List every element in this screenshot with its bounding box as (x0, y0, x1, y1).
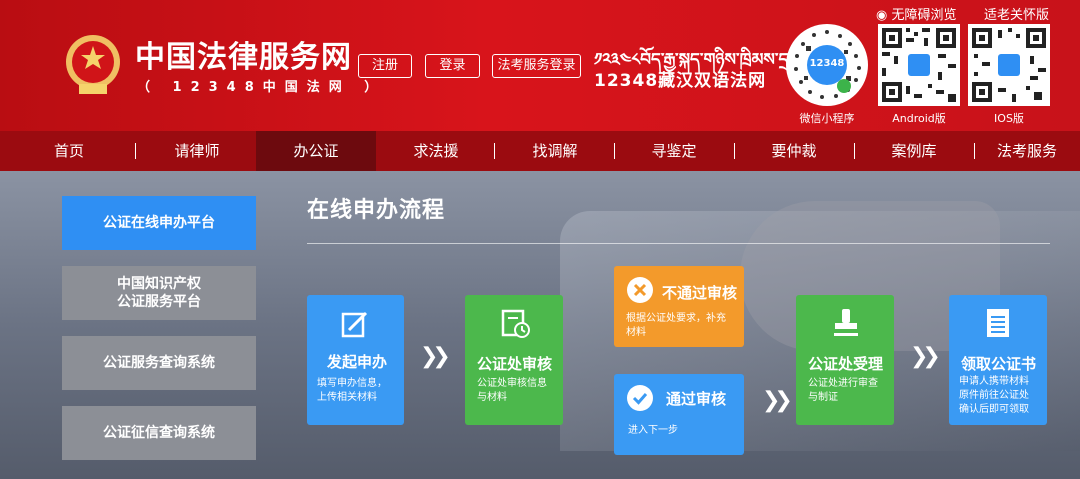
step-reject-title: 不通过审核 (662, 284, 738, 302)
step-apply-title: 发起申办 (327, 353, 388, 371)
step-apply-desc: 填写申办信息， 上传相关材料 (317, 378, 387, 403)
stamp-icon (834, 309, 858, 336)
step-collect-card: 领取公证书 申请人携带材料 原件前往公证处 确认后即可领取 (949, 295, 1047, 425)
step-pass-desc: 进入下一步 (628, 425, 678, 436)
qr-label-miniprogram: 微信小程序 (799, 112, 855, 125)
step-accept-title: 公证处受理 (808, 355, 884, 373)
step-accept-card: 公证处受理 公证处进行审查 与制证 (796, 295, 894, 425)
nav-divider (494, 143, 495, 159)
national-emblem-icon (66, 35, 120, 94)
step-collect-title: 领取公证书 (961, 355, 1037, 373)
close-circle-icon (627, 277, 653, 303)
miniprogram-badge: 12348 (809, 58, 845, 69)
nav-divider (854, 143, 855, 159)
step-review-title: 公证处审核 (477, 355, 553, 373)
nav-mediation[interactable]: 找调解 (496, 131, 614, 171)
nav-legal-aid[interactable]: 求法援 (376, 131, 496, 171)
flow-arrow-icon: ❯❯ (910, 344, 941, 369)
step-review-card: 公证处审核 公证处审核信息 与材料 (465, 295, 563, 425)
sidebar-item-ip-notary[interactable]: 中国知识产权 公证服务平台 (62, 266, 256, 320)
site-title: 中国法律服务网 (135, 40, 352, 75)
step-pass-card: 通过审核 进入下一步 (614, 374, 744, 455)
nav-arbitration[interactable]: 要仲裁 (734, 131, 854, 171)
nav-cases[interactable]: 案例库 (854, 131, 974, 171)
clipboard-clock-icon (501, 309, 530, 338)
accessible-label: 无障碍浏览 (891, 8, 957, 23)
exam-login-button[interactable]: 法考服务登录 (492, 54, 581, 78)
flow-arrow-icon: ❯❯ (420, 344, 451, 369)
nav-divider (974, 143, 975, 159)
step-apply-card: 发起申办 填写申办信息， 上传相关材料 (307, 295, 404, 425)
eye-icon: ◉ (876, 8, 888, 23)
nav-divider (135, 143, 136, 159)
elder-mode-link[interactable]: 适老关怀版 (984, 4, 1049, 23)
nav-divider (614, 143, 615, 159)
site-subtitle: （ 12348中国法网 ） (137, 80, 387, 95)
flow-divider (307, 243, 1050, 244)
sidebar-item-online-notary[interactable]: 公证在线申办平台 (62, 196, 256, 250)
nav-appraisal[interactable]: 寻鉴定 (614, 131, 734, 171)
android-qr (878, 24, 960, 106)
sidebar-item-notary-query[interactable]: 公证服务查询系统 (62, 336, 256, 390)
login-button[interactable]: 登录 (425, 54, 480, 78)
nav-notary[interactable]: 办公证 (256, 131, 376, 171)
main-nav: 首页 请律师 办公证 求法援 找调解 寻鉴定 要仲裁 案例库 法考服务 (0, 131, 1080, 171)
ios-qr (968, 24, 1050, 106)
nav-home[interactable]: 首页 (0, 131, 138, 171)
step-pass-title: 通过审核 (666, 390, 727, 408)
document-icon (987, 309, 1009, 337)
edit-icon (341, 311, 368, 338)
qr-label-ios: IOS版 (994, 112, 1024, 125)
qr-label-android: Android版 (892, 112, 946, 125)
step-reject-card: 不通过审核 根据公证处要求，补充 材料 (614, 266, 744, 347)
sidebar-item-credit-query[interactable]: 公证征信查询系统 (62, 406, 256, 460)
check-circle-icon (627, 385, 653, 411)
flow-title: 在线申办流程 (307, 198, 446, 223)
tibetan-site-name: 12348藏汉双语法网 (594, 71, 767, 91)
step-reject-desc: 根据公证处要求，补充 材料 (626, 313, 726, 338)
flow-arrow-icon: ❯❯ (762, 388, 793, 413)
nav-divider (734, 143, 735, 159)
step-collect-desc: 申请人携带材料 原件前往公证处 确认后即可领取 (959, 376, 1029, 415)
nav-law-exam[interactable]: 法考服务 (974, 131, 1080, 171)
nav-lawyer[interactable]: 请律师 (138, 131, 256, 171)
register-button[interactable]: 注册 (358, 54, 412, 78)
step-accept-desc: 公证处进行审查 与制证 (808, 378, 878, 403)
site-header: 中国法律服务网 （ 12348中国法网 ） 注册 登录 法考服务登录 ༡༢༣༤༨… (0, 0, 1080, 131)
accessible-link[interactable]: ◉ 无障碍浏览 (876, 4, 957, 23)
step-review-desc: 公证处审核信息 与材料 (477, 378, 547, 403)
